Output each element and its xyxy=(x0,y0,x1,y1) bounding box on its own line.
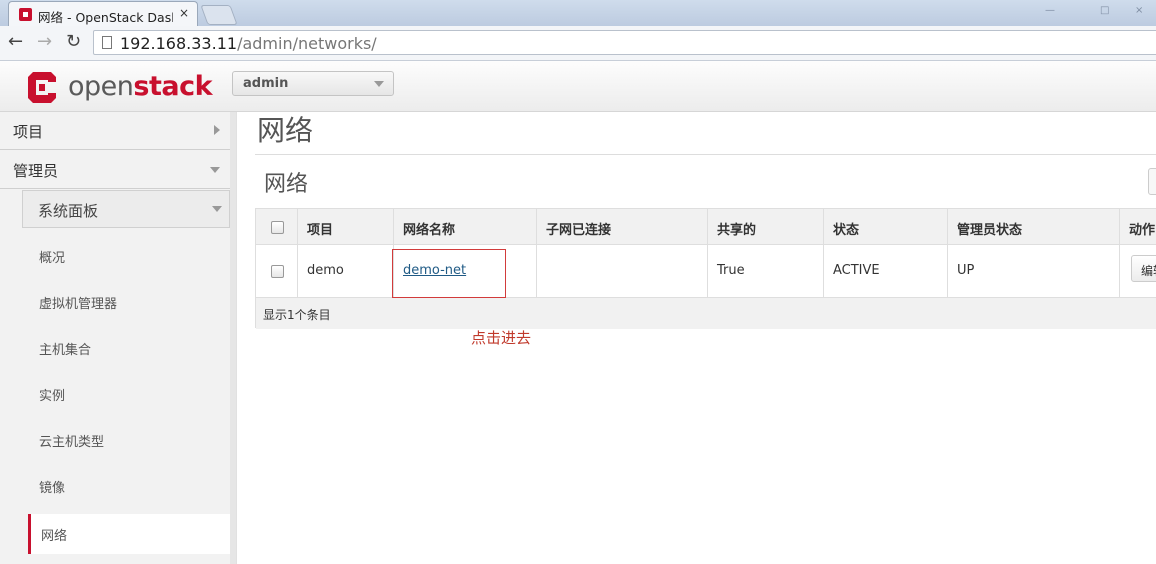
sidebar-item-flavors[interactable]: 云主机类型 xyxy=(28,420,230,460)
sidebar-item-networks[interactable]: 网络 xyxy=(28,514,236,554)
chevron-down-icon xyxy=(212,206,222,212)
url-text: 192.168.33.11/admin/networks/ xyxy=(120,34,377,53)
sidebar-item-overview[interactable]: 概况 xyxy=(28,236,230,276)
cell-project: demo xyxy=(307,263,344,278)
openstack-wordmark: openstack xyxy=(68,71,213,102)
table-footer: 显示1个条目 xyxy=(256,297,1156,329)
new-tab-button[interactable] xyxy=(200,5,238,25)
sidebar-item-instances[interactable]: 实例 xyxy=(28,374,230,414)
column-divider xyxy=(536,209,537,297)
cell-admin-state: UP xyxy=(957,263,975,278)
chevron-right-icon xyxy=(214,125,220,135)
openstack-header: openstack admin xyxy=(0,61,1156,112)
column-divider xyxy=(1119,209,1120,297)
edit-network-button[interactable]: 编辑 xyxy=(1131,255,1156,282)
tab-close-icon[interactable]: × xyxy=(179,6,189,20)
sidebar-scrollbar[interactable] xyxy=(230,112,236,564)
forward-arrow-icon[interactable]: → xyxy=(37,32,52,52)
logo-open: open xyxy=(68,71,134,102)
column-header-shared[interactable]: 共享的 xyxy=(717,219,756,238)
cell-status: ACTIVE xyxy=(833,263,880,278)
url-path: /admin/networks/ xyxy=(237,34,377,53)
cell-shared: True xyxy=(717,263,745,278)
annotation-text: 点击进去 xyxy=(471,329,532,347)
sidebar-item-label: 概况 xyxy=(39,251,66,266)
browser-toolbar: ← → ↻ 192.168.33.11/admin/networks/ xyxy=(0,26,1156,61)
logo-stack: stack xyxy=(133,71,213,102)
column-header-status[interactable]: 状态 xyxy=(833,219,859,238)
page-title: 网络 xyxy=(257,114,314,147)
sidebar-section-project[interactable]: 项目 xyxy=(0,112,230,150)
column-header-subnets[interactable]: 子网已连接 xyxy=(546,219,611,238)
table-header: 项目 网络名称 子网已连接 共享的 状态 管理员状态 动作 xyxy=(256,209,1156,245)
sidebar-section-label: 管理员 xyxy=(13,162,59,180)
back-arrow-icon[interactable]: ← xyxy=(8,32,23,52)
url-host: 192.168.33.11 xyxy=(120,34,238,53)
column-divider xyxy=(297,209,298,297)
project-selector-label: admin xyxy=(243,76,289,91)
sidebar-section-label: 项目 xyxy=(13,123,44,141)
sidebar-item-images[interactable]: 镜像 xyxy=(28,466,230,506)
maximize-button[interactable]: □ xyxy=(1100,5,1109,16)
openstack-favicon-icon xyxy=(19,8,32,21)
browser-tab-bar: 网络 - OpenStack Dashb × — □ × xyxy=(0,0,1156,26)
column-header-project[interactable]: 项目 xyxy=(307,219,333,238)
column-header-network-name[interactable]: 网络名称 xyxy=(403,219,455,238)
annotation-highlight-box xyxy=(392,249,506,298)
reload-icon[interactable]: ↻ xyxy=(66,32,81,52)
column-header-actions: 动作 xyxy=(1129,223,1156,238)
window-close-button[interactable]: × xyxy=(1135,5,1143,16)
tab-title: 网络 - OpenStack Dashb xyxy=(38,10,173,25)
chevron-down-icon xyxy=(210,167,220,173)
sidebar-item-label: 虚拟机管理器 xyxy=(39,297,118,312)
networks-table: 项目 网络名称 子网已连接 共享的 状态 管理员状态 动作 demo demo-… xyxy=(255,208,1156,329)
column-divider xyxy=(823,209,824,297)
sidebar-group-label: 系统面板 xyxy=(38,202,99,220)
minimize-button[interactable]: — xyxy=(1045,5,1055,16)
browser-tab[interactable]: 网络 - OpenStack Dashb × xyxy=(8,1,198,26)
table-action-button[interactable] xyxy=(1148,168,1156,195)
sidebar-item-label: 实例 xyxy=(39,389,66,404)
item-count: 显示1个条目 xyxy=(263,308,331,322)
sidebar-section-admin[interactable]: 管理员 xyxy=(0,151,230,189)
sidebar-item-label: 网络 xyxy=(41,529,68,544)
page-icon xyxy=(102,36,112,49)
row-checkbox[interactable] xyxy=(271,265,284,278)
address-bar[interactable]: 192.168.33.11/admin/networks/ xyxy=(93,30,1156,55)
select-all-checkbox[interactable] xyxy=(271,221,284,234)
column-header-admin-state[interactable]: 管理员状态 xyxy=(957,219,1022,238)
sidebar-item-hypervisors[interactable]: 虚拟机管理器 xyxy=(28,282,230,322)
chevron-down-icon xyxy=(374,81,384,87)
sidebar-item-label: 镜像 xyxy=(39,481,66,496)
sidebar-item-label: 主机集合 xyxy=(39,343,92,358)
sidebar-group-system-panel[interactable]: 系统面板 xyxy=(22,190,230,228)
column-divider xyxy=(707,209,708,297)
edit-button-label: 编辑 xyxy=(1141,264,1156,278)
openstack-logo-icon[interactable] xyxy=(25,71,59,104)
table-title: 网络 xyxy=(264,172,309,197)
project-selector[interactable]: admin xyxy=(232,71,394,96)
divider xyxy=(255,154,1156,155)
sidebar-item-label: 云主机类型 xyxy=(39,435,105,450)
column-divider xyxy=(947,209,948,297)
sidebar-item-host-aggregates[interactable]: 主机集合 xyxy=(28,328,230,368)
